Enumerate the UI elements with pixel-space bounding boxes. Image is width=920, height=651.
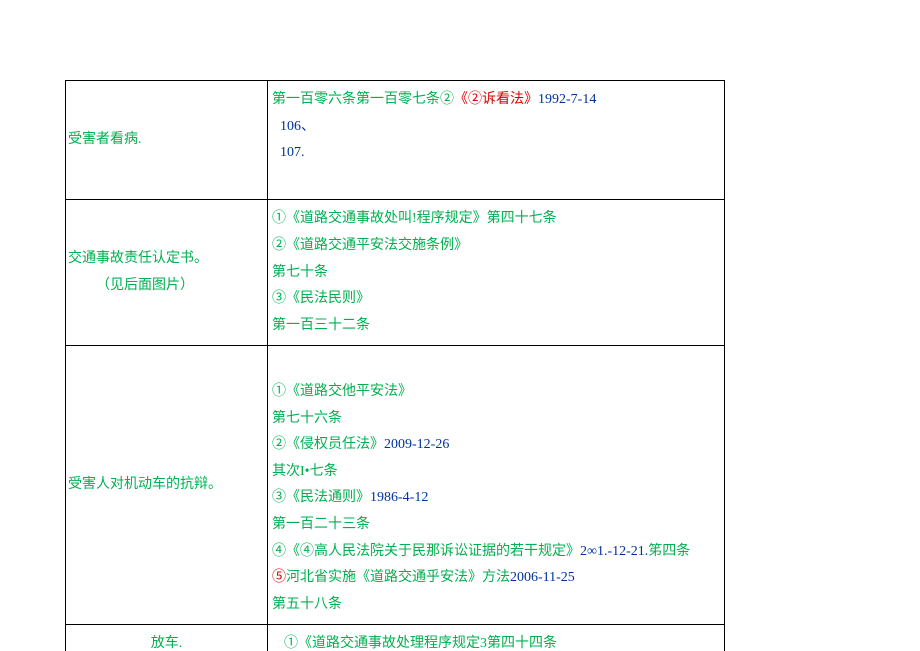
cell-right: ①《道路交通事故处理程序规定3第四十四条 <box>268 625 725 651</box>
left-text: 放车. <box>151 636 183 651</box>
text: 第五十八条 <box>272 597 342 612</box>
text: 第一百二十三条 <box>272 517 370 532</box>
text: ①《道路交他平安法》 <box>272 384 412 399</box>
text: 第七十六条 <box>272 411 342 426</box>
cell-right: 第一百零六条第一百零七条②《②诉看法》1992-7-14 106、 107. <box>268 81 725 200</box>
text: 106、 <box>280 119 315 134</box>
date: 2006-11-25 <box>510 570 575 585</box>
text: 河北省实施《道路交通乎安法》方法 <box>286 570 510 585</box>
text: 其次I•七条 <box>272 464 338 479</box>
left-text: 交通事故责任认定书。 <box>68 251 208 266</box>
text: 107. <box>280 145 305 160</box>
cell-right: ①《道路交他平安法》 第七十六条 ②《侵权员任法》2009-12-26 其次I•… <box>268 346 725 625</box>
text: 第一百三十二条 <box>272 318 370 333</box>
text: 第一百零六条第一百零七条② <box>272 92 454 107</box>
date: 1986-4-12 <box>370 490 428 505</box>
text: ⑤ <box>272 570 286 585</box>
left-text: （见后面图片） <box>96 278 194 293</box>
text: ①《道路交通事故处理程序规定3第四十四条 <box>284 636 557 651</box>
table-row: 受害人对机动车的抗辩。 ①《道路交他平安法》 第七十六条 ②《侵权员任法》200… <box>66 346 725 625</box>
text: ③《民法民则》 <box>272 291 370 306</box>
date: 2∞1.-12-21. <box>580 544 648 559</box>
cell-left: 交通事故责任认定书。 （见后面图片） <box>66 200 268 346</box>
left-text: 受害者看病. <box>68 132 142 147</box>
table-row: 受害者看病. 第一百零六条第一百零七条②《②诉看法》1992-7-14 106、… <box>66 81 725 200</box>
legal-refs-table: 受害者看病. 第一百零六条第一百零七条②《②诉看法》1992-7-14 106、… <box>65 80 725 651</box>
text: ④《④高人民法院关于民那诉讼证据的若干规定》 <box>272 544 580 559</box>
cell-left: 受害人对机动车的抗辩。 <box>66 346 268 625</box>
left-text: 受害人对机动车的抗辩。 <box>68 477 222 492</box>
text: 第七十条 <box>272 265 328 280</box>
table-row: 放车. ①《道路交通事故处理程序规定3第四十四条 <box>66 625 725 651</box>
text: 笫四条 <box>648 544 690 559</box>
cell-left: 受害者看病. <box>66 81 268 200</box>
date: 1992-7-14 <box>538 92 596 107</box>
date: 2009-12-26 <box>384 437 449 452</box>
cell-right: ①《道路交通事故处叫!程序规定》第四十七条 ②《道路交通平安法交施条例》 第七十… <box>268 200 725 346</box>
text: ③《民法通则》 <box>272 490 370 505</box>
table-row: 交通事故责任认定书。 （见后面图片） ①《道路交通事故处叫!程序规定》第四十七条… <box>66 200 725 346</box>
text: ②《道路交通平安法交施条例》 <box>272 238 468 253</box>
text: ②《侵权员任法》 <box>272 437 384 452</box>
text: ①《道路交通事故处叫!程序规定》第四十七条 <box>272 211 557 226</box>
text: 《②诉看法》 <box>454 92 538 107</box>
cell-left: 放车. <box>66 625 268 651</box>
